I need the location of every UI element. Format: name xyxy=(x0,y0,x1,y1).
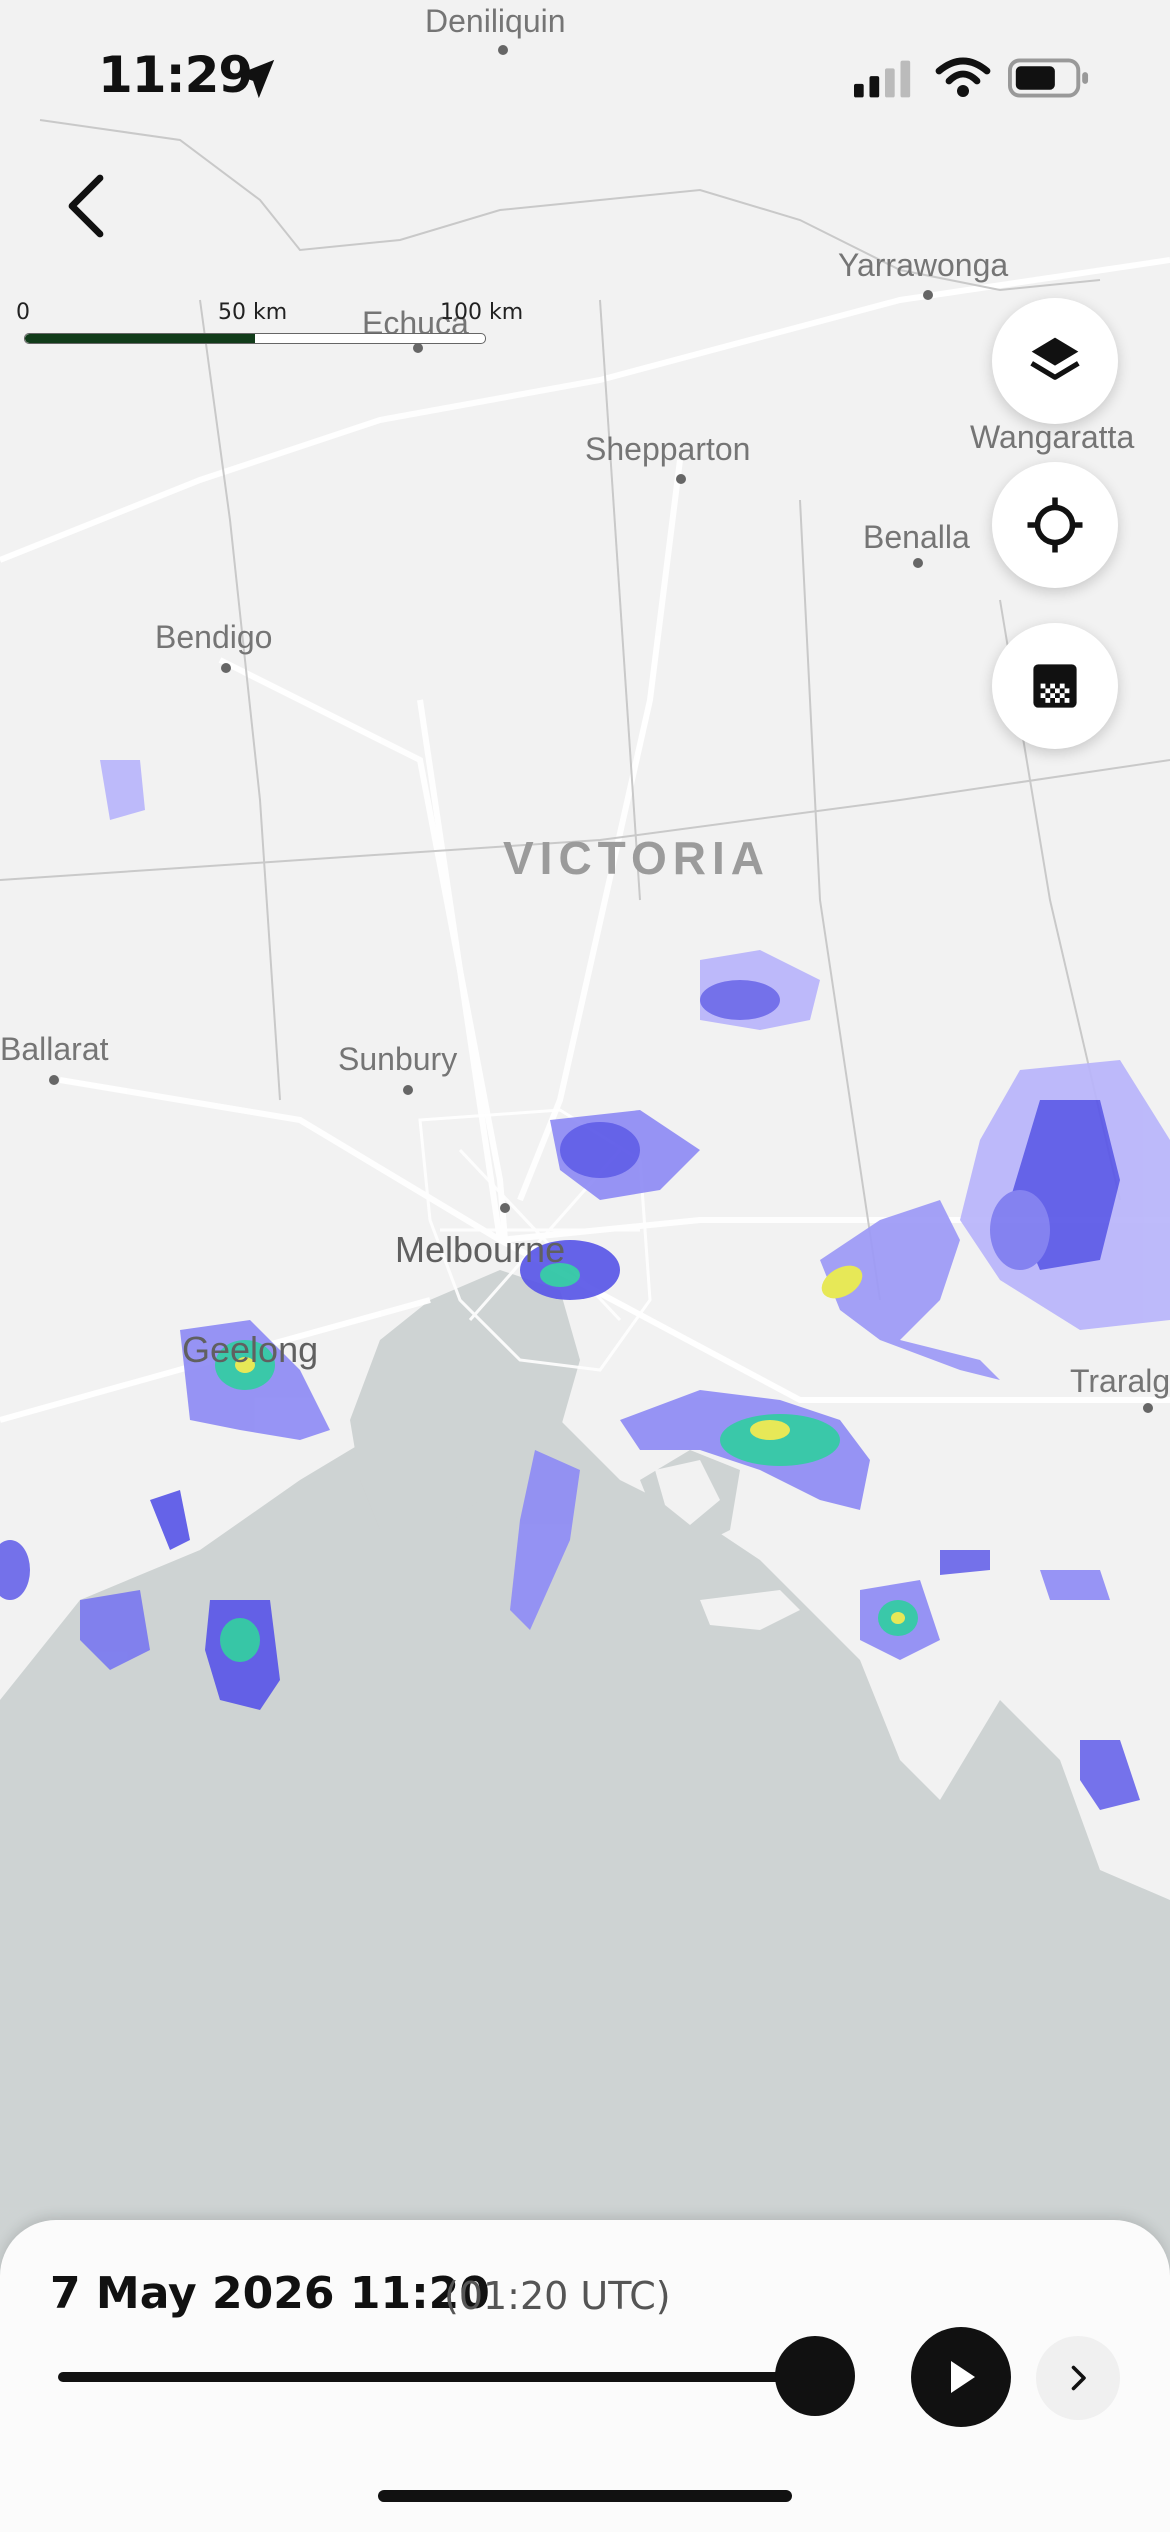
place-label: Ballarat xyxy=(0,1031,109,1067)
layers-button[interactable] xyxy=(992,298,1118,424)
status-time: 11:29 xyxy=(98,46,253,104)
layers-icon xyxy=(1030,337,1080,380)
place-label: Wangaratta xyxy=(970,419,1134,455)
next-frame-button[interactable] xyxy=(1036,2336,1120,2420)
wifi-icon xyxy=(935,57,991,97)
radar-timestamp: 7 May 2026 11:20 xyxy=(50,2268,490,2319)
location-arrow-icon xyxy=(235,59,275,99)
timeline-slider-thumb[interactable] xyxy=(774,2336,855,2416)
timeline-slider[interactable] xyxy=(58,2372,838,2382)
place-label: Traralg xyxy=(1070,1363,1170,1399)
checker-legend-icon xyxy=(1033,664,1077,708)
play-icon xyxy=(951,2361,975,2393)
locate-me-button[interactable] xyxy=(992,462,1118,588)
place-label: Geelong xyxy=(182,1329,318,1370)
status-bar: 11:29 xyxy=(0,0,1170,150)
chevron-right-icon xyxy=(1071,2365,1086,2391)
place-label: Sunbury xyxy=(338,1041,457,1077)
play-button[interactable] xyxy=(911,2327,1011,2427)
scale-track xyxy=(24,333,486,344)
home-indicator xyxy=(378,2490,792,2502)
region-label: VICTORIA xyxy=(503,832,770,884)
crosshair-icon xyxy=(1027,497,1083,553)
place-label: Benalla xyxy=(863,519,970,555)
cellular-signal-icon xyxy=(854,60,911,98)
battery-icon xyxy=(1008,58,1089,98)
scale-label: 0 xyxy=(16,300,30,325)
place-label: Bendigo xyxy=(155,619,272,655)
scale-label: 50 km xyxy=(218,300,288,325)
scale-label: 100 km xyxy=(440,300,524,325)
scale-fill xyxy=(25,334,255,343)
back-button[interactable] xyxy=(56,172,116,240)
place-label: Yarrawonga xyxy=(838,247,1008,283)
place-label: Melbourne xyxy=(395,1229,565,1270)
utc-timestamp: (01:20 UTC) xyxy=(444,2274,671,2318)
legend-button[interactable] xyxy=(992,623,1118,749)
place-label: Shepparton xyxy=(585,431,750,467)
